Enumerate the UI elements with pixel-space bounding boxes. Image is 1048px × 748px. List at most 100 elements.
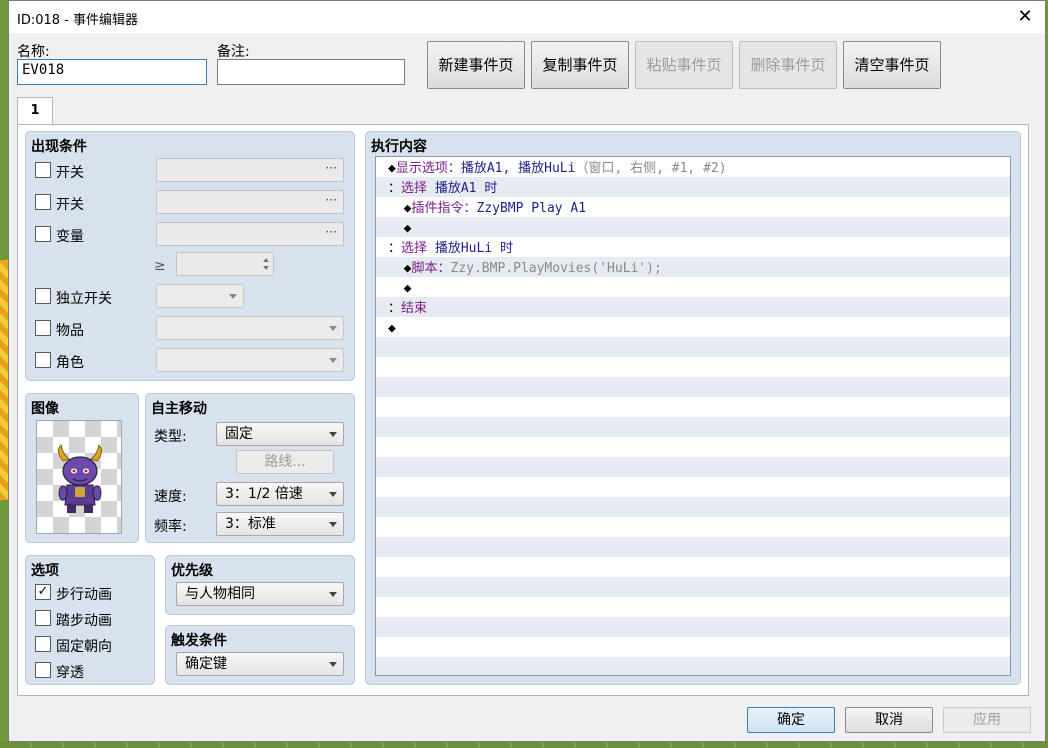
priority-group: 优先级 与人物相同 <box>165 555 355 615</box>
chevron-down-icon <box>329 522 337 527</box>
switch2-label: 开关 <box>56 197 84 213</box>
movement-type-value: 固定 <box>225 426 253 442</box>
self-switch-checkbox[interactable] <box>35 288 51 304</box>
switch2-checkbox[interactable] <box>35 194 51 210</box>
chevron-down-icon <box>329 592 337 597</box>
speed-dropdown[interactable]: 3：1/2 倍速 <box>216 482 344 506</box>
item-checkbox[interactable] <box>35 320 51 336</box>
route-button[interactable]: 路线... <box>236 450 334 474</box>
command-name: 显示选项： <box>395 161 461 176</box>
stepping-anim-checkbox[interactable] <box>35 610 51 626</box>
command-list[interactable]: ◆显示选项：播放A1, 播放HuLi（窗口, 右侧, #1, #2) ：选择 播放… <box>375 156 1011 676</box>
movement-group: 自主移动 类型: 固定 路线... 速度: 3：1/2 倍速 频率: 3：标准 <box>145 393 355 543</box>
name-label: 名称: <box>17 44 50 60</box>
speed-value: 3：1/2 倍速 <box>225 486 303 502</box>
priority-title: 优先级 <box>171 563 213 579</box>
conditions-group: 出现条件 开关 ··· 开关 ··· 变量 ··· ≥ 独立开关 物品 角色 <box>25 131 355 381</box>
contents-title: 执行内容 <box>371 139 427 155</box>
switch1-checkbox[interactable] <box>35 162 51 178</box>
event-image[interactable] <box>36 420 122 534</box>
variable-value-spinner[interactable] <box>176 252 274 276</box>
spinner-up-icon[interactable] <box>263 258 269 262</box>
trigger-title: 触发条件 <box>171 633 227 649</box>
command-args: 播放A1, 播放HuLi <box>460 161 576 176</box>
line-prefix: ◆ <box>388 321 396 336</box>
priority-dropdown[interactable]: 与人物相同 <box>176 582 344 606</box>
chevron-down-icon <box>229 294 237 299</box>
line-prefix: ： <box>388 241 402 256</box>
line-prefix: ： <box>388 301 402 316</box>
ok-button[interactable]: 确定 <box>747 707 835 733</box>
actor-label: 角色 <box>56 355 84 371</box>
command-line[interactable]: ：结束 <box>388 299 1010 319</box>
cancel-button[interactable]: 取消 <box>845 707 933 733</box>
item-dropdown[interactable] <box>156 316 344 340</box>
trigger-dropdown[interactable]: 确定键 <box>176 652 344 676</box>
frequency-label: 频率: <box>154 519 187 535</box>
options-title: 选项 <box>31 563 59 579</box>
new-page-button[interactable]: 新建事件页 <box>427 41 525 89</box>
command-name: 脚本： <box>411 261 451 276</box>
command-line[interactable]: ◆ <box>388 279 1010 299</box>
direction-fix-label: 固定朝向 <box>56 639 112 655</box>
name-input[interactable]: EV018 <box>17 59 207 85</box>
copy-page-button[interactable]: 复制事件页 <box>531 41 629 89</box>
through-label: 穿透 <box>56 665 84 681</box>
variable-label: 变量 <box>56 229 84 245</box>
variable-dots-icon: ··· <box>325 225 337 239</box>
walking-anim-checkbox[interactable]: ✓ <box>35 584 51 600</box>
command-extra: Zzy.BMP.PlayMovies('HuLi'); <box>450 261 662 276</box>
chevron-down-icon <box>329 432 337 437</box>
actor-dropdown[interactable] <box>156 348 344 372</box>
switch1-label: 开关 <box>56 165 84 181</box>
command-name: 结束 <box>401 301 428 316</box>
apply-button[interactable]: 应用 <box>943 707 1031 733</box>
spinner-down-icon[interactable] <box>263 266 269 270</box>
conditions-title: 出现条件 <box>31 139 87 155</box>
command-name: 插件指令： <box>411 201 477 216</box>
line-prefix: ◆ <box>388 281 412 296</box>
switch1-field[interactable]: ··· <box>156 158 344 182</box>
note-input[interactable] <box>217 59 405 85</box>
paste-page-button[interactable]: 粘贴事件页 <box>635 41 733 89</box>
window-title: ID:018 - 事件编辑器 <box>17 13 138 28</box>
command-args: 播放A1 时 <box>434 181 498 196</box>
line-prefix: ◆ <box>388 201 412 216</box>
chevron-down-icon <box>329 662 337 667</box>
command-line[interactable]: ◆ <box>388 219 1010 239</box>
movement-title: 自主移动 <box>151 401 207 417</box>
actor-checkbox[interactable] <box>35 352 51 368</box>
trigger-group: 触发条件 确定键 <box>165 625 355 685</box>
chevron-down-icon <box>329 492 337 497</box>
movement-type-dropdown[interactable]: 固定 <box>216 422 344 446</box>
command-line[interactable]: ◆ <box>388 319 1010 339</box>
self-switch-label: 独立开关 <box>56 291 112 307</box>
ge-label: ≥ <box>154 258 166 274</box>
frequency-value: 3：标准 <box>225 516 276 532</box>
variable-checkbox[interactable] <box>35 226 51 242</box>
command-line[interactable]: ◆插件指令：ZzyBMP Play A1 <box>388 199 1010 219</box>
delete-page-button[interactable]: 删除事件页 <box>739 41 837 89</box>
switch2-field[interactable]: ··· <box>156 190 344 214</box>
note-label: 备注: <box>217 44 250 60</box>
command-line[interactable]: ◆脚本：Zzy.BMP.PlayMovies('HuLi'); <box>388 259 1010 279</box>
variable-field[interactable]: ··· <box>156 222 344 246</box>
direction-fix-checkbox[interactable] <box>35 636 51 652</box>
item-label: 物品 <box>56 323 84 339</box>
close-icon[interactable]: ✕ <box>1013 5 1037 29</box>
command-line[interactable]: ◆显示选项：播放A1, 播放HuLi（窗口, 右侧, #1, #2) <box>388 159 1010 179</box>
tab-page-1[interactable]: 1 <box>17 97 53 125</box>
line-prefix: ◆ <box>388 221 412 236</box>
clear-page-button[interactable]: 清空事件页 <box>843 41 941 89</box>
through-checkbox[interactable] <box>35 662 51 678</box>
command-line[interactable]: ：选择 播放HuLi 时 <box>388 239 1010 259</box>
command-line[interactable]: ：选择 播放A1 时 <box>388 179 1010 199</box>
line-prefix: ◆ <box>388 161 396 176</box>
chevron-down-icon <box>329 358 337 363</box>
frequency-dropdown[interactable]: 3：标准 <box>216 512 344 536</box>
map-background-bottom <box>0 742 1048 748</box>
image-group: 图像 <box>25 393 139 543</box>
switch1-dots-icon: ··· <box>325 161 337 175</box>
line-prefix: ◆ <box>388 261 412 276</box>
self-switch-dropdown[interactable] <box>156 284 244 308</box>
